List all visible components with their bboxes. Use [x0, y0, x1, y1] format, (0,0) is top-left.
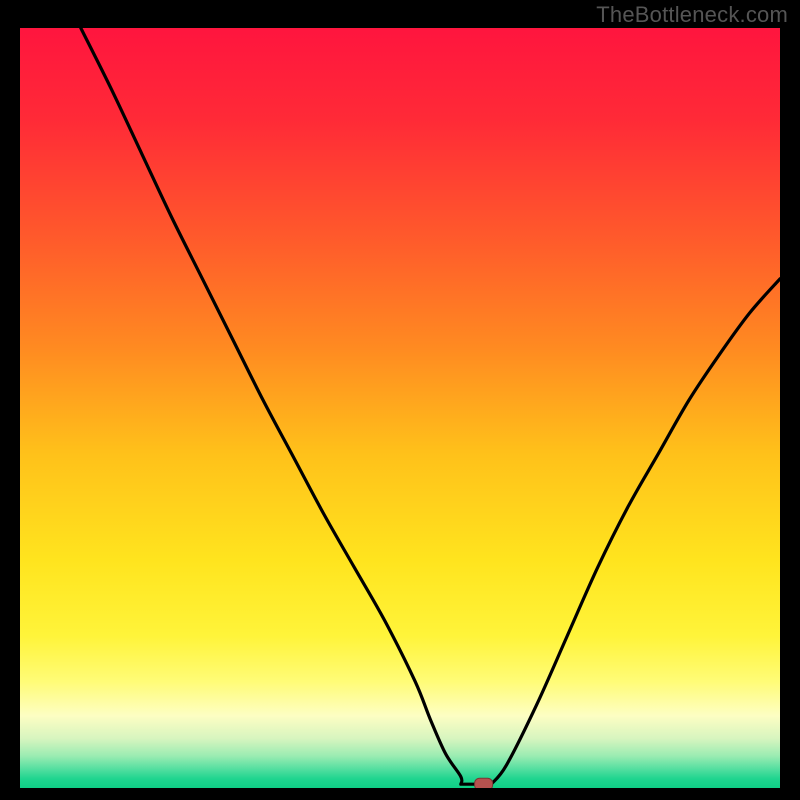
watermark-text: TheBottleneck.com	[596, 2, 788, 28]
gradient-backdrop	[20, 28, 780, 788]
chart-frame: TheBottleneck.com	[0, 0, 800, 800]
chart-svg	[20, 28, 780, 788]
optimal-marker	[475, 778, 493, 788]
plot-area	[20, 28, 780, 788]
